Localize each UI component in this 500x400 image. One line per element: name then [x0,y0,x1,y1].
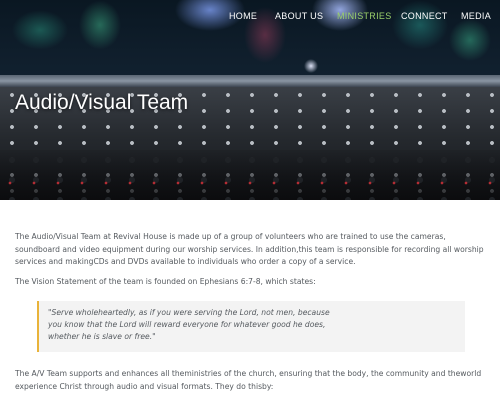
mixing-console-edge [0,75,500,87]
scripture-quote: "Serve wholeheartedly, as if you were se… [37,301,465,352]
quote-line: "Serve wholeheartedly, as if you were se… [48,308,330,317]
quote-line: you know that the Lord will reward every… [48,320,326,329]
nav-media-link[interactable]: MEDIA [461,11,491,21]
page-title: Audio/Visual Team [15,91,189,114]
nav-home-link[interactable]: HOME [229,11,257,21]
quote-line: whether he is slave or free." [48,332,156,341]
nav-about-us-link[interactable]: ABOUT US [275,11,323,21]
nav-ministries-link[interactable]: MINISTRIES [337,11,392,21]
intro-paragraph: The Audio/Visual Team at Revival House i… [15,232,484,266]
team-support-paragraph: The A/V Team supports and enhances all t… [15,369,482,391]
hero-banner: HOME ABOUT US MINISTRIES CONNECT MEDIA A… [0,0,500,200]
mixing-console-knobs [0,150,500,200]
vision-statement-paragraph: The Vision Statement of the team is foun… [15,277,316,286]
mixing-console-indicator-lights [0,178,500,188]
nav-connect-link[interactable]: CONNECT [401,11,448,21]
